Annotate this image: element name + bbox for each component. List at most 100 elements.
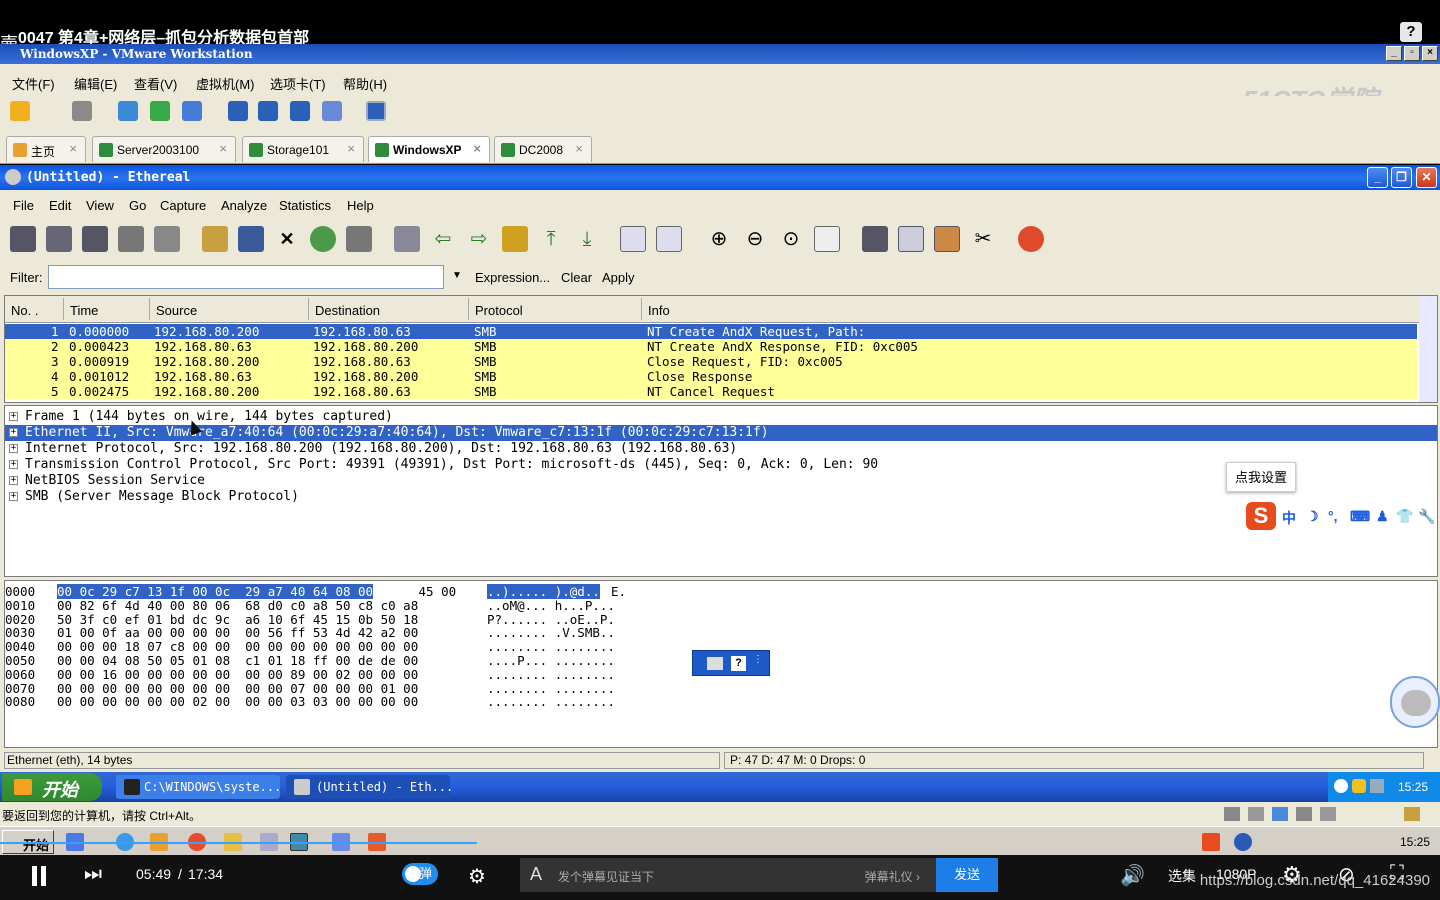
packet-list-scrollbar[interactable] bbox=[1419, 296, 1437, 402]
col-info[interactable]: Info bbox=[648, 303, 670, 318]
danmu-settings-icon[interactable]: ⚙ bbox=[468, 864, 486, 889]
vmware-close-button[interactable]: × bbox=[1422, 46, 1438, 61]
hdd-icon[interactable] bbox=[1224, 807, 1240, 821]
expand-icon[interactable]: + bbox=[9, 444, 18, 453]
ime-user-icon[interactable]: ♟ bbox=[1376, 508, 1389, 525]
stop-capture-icon[interactable] bbox=[118, 226, 144, 252]
restart-capture-icon[interactable] bbox=[154, 226, 180, 252]
coloring-rules-icon[interactable] bbox=[934, 226, 960, 252]
col-source[interactable]: Source bbox=[156, 303, 197, 318]
first-packet-icon[interactable]: ⤒ bbox=[538, 226, 564, 252]
detail-row-ethernet[interactable]: + Ethernet II, Src: Vmware_a7:40:64 (00:… bbox=[5, 425, 1437, 441]
volume-icon[interactable]: 🔊 bbox=[1120, 863, 1145, 888]
menu-edit[interactable]: Edit bbox=[49, 198, 71, 213]
go-to-packet-icon[interactable] bbox=[502, 226, 528, 252]
detail-row-ip[interactable]: + Internet Protocol, Src: 192.168.80.200… bbox=[5, 441, 1437, 457]
pause-icon[interactable] bbox=[10, 101, 30, 121]
thumbnail-icon[interactable] bbox=[258, 101, 278, 121]
ime-chinese-mode-icon[interactable]: 中 bbox=[1282, 508, 1296, 528]
cdrom-icon[interactable] bbox=[1248, 807, 1264, 821]
find-packet-icon[interactable] bbox=[394, 226, 420, 252]
col-divider[interactable] bbox=[149, 298, 150, 320]
vmware-menu-tabs[interactable]: 选项卡(T) bbox=[270, 74, 326, 93]
tab-close-icon[interactable]: × bbox=[473, 141, 481, 156]
danmu-etiquette-link[interactable]: 弹幕礼仪 › bbox=[865, 868, 920, 885]
vmware-menu-help[interactable]: 帮助(H) bbox=[343, 74, 387, 93]
expand-icon[interactable]: + bbox=[9, 412, 18, 421]
col-divider[interactable] bbox=[641, 298, 642, 320]
packet-row[interactable]: 1 0.000000 192.168.80.200 192.168.80.63 … bbox=[5, 324, 1417, 339]
xp-start-button[interactable]: 开始 bbox=[2, 773, 102, 801]
resize-columns-icon[interactable] bbox=[814, 226, 840, 252]
help-lifebuoy-icon[interactable] bbox=[1018, 226, 1044, 252]
console-view-icon[interactable] bbox=[366, 101, 386, 121]
sound-icon[interactable] bbox=[1320, 807, 1336, 821]
network-icon[interactable] bbox=[1370, 779, 1384, 793]
apply-button[interactable]: Apply bbox=[602, 270, 635, 285]
preferences-icon[interactable]: ✂ bbox=[970, 226, 996, 252]
detail-row-netbios[interactable]: + NetBIOS Session Service bbox=[5, 473, 1437, 489]
settings-tooltip[interactable]: 点我设置 bbox=[1226, 462, 1296, 492]
ime-tools-icon[interactable]: 🔧 bbox=[1418, 508, 1435, 525]
filter-input[interactable] bbox=[48, 265, 444, 289]
sidebar-icon[interactable] bbox=[228, 101, 248, 121]
filter-dropdown-icon[interactable]: ▼ bbox=[452, 270, 462, 281]
vmware-menu-vm[interactable]: 虚拟机(M) bbox=[196, 74, 255, 93]
vmware-menu-view[interactable]: 查看(V) bbox=[134, 74, 177, 93]
tab-storage101[interactable]: Storage101 × bbox=[242, 136, 364, 162]
ime-halfwidth-icon[interactable]: ☽ bbox=[1306, 508, 1319, 525]
sogou-tray-icon[interactable] bbox=[1202, 833, 1220, 851]
help-button[interactable]: ? bbox=[1400, 22, 1422, 42]
snapshot-icon[interactable] bbox=[118, 101, 138, 121]
video-progress-bar[interactable] bbox=[0, 842, 477, 844]
ethereal-close-button[interactable]: ✕ bbox=[1416, 167, 1437, 188]
go-back-icon[interactable]: ⇦ bbox=[430, 226, 456, 252]
col-divider[interactable] bbox=[63, 298, 64, 320]
fullscreen-icon[interactable] bbox=[290, 101, 310, 121]
menu-analyze[interactable]: Analyze bbox=[221, 198, 267, 213]
packet-row[interactable]: 2 0.000423 192.168.80.63 192.168.80.200 … bbox=[5, 339, 1417, 354]
expand-icon[interactable]: + bbox=[9, 476, 18, 485]
display-filters-icon[interactable] bbox=[898, 226, 924, 252]
help-icon[interactable]: ? bbox=[731, 656, 746, 671]
ime-skin-icon[interactable]: 👕 bbox=[1396, 508, 1413, 525]
start-capture-icon[interactable] bbox=[82, 226, 108, 252]
menu-statistics[interactable]: Statistics bbox=[279, 198, 331, 213]
shield-icon[interactable] bbox=[1352, 779, 1366, 793]
col-divider[interactable] bbox=[468, 298, 469, 320]
col-no[interactable]: No. . bbox=[11, 303, 38, 318]
col-time[interactable]: Time bbox=[70, 303, 98, 318]
close-icon[interactable]: ✕ bbox=[274, 226, 300, 252]
col-divider[interactable] bbox=[308, 298, 309, 320]
menu-help[interactable]: Help bbox=[347, 198, 374, 213]
ime-punct-icon[interactable]: °, bbox=[1328, 508, 1338, 524]
detail-row-smb[interactable]: + SMB (Server Message Block Protocol) bbox=[5, 489, 1437, 505]
send-keys-icon[interactable] bbox=[72, 101, 92, 121]
message-icon[interactable] bbox=[1404, 807, 1420, 821]
vmware-maximize-button[interactable]: ▫ bbox=[1404, 46, 1420, 61]
tab-close-icon[interactable]: × bbox=[69, 141, 77, 156]
tab-close-icon[interactable]: × bbox=[219, 141, 227, 156]
taskbar-ethereal[interactable]: (Untitled) - Eth... bbox=[286, 775, 453, 799]
zoom-normal-icon[interactable]: ⊙ bbox=[778, 226, 804, 252]
vmware-menu-file[interactable]: 文件(F) bbox=[12, 74, 55, 93]
tab-home[interactable]: 主页 × bbox=[6, 136, 86, 162]
capture-filters-icon[interactable] bbox=[862, 226, 888, 252]
revert-icon[interactable] bbox=[150, 101, 170, 121]
danmu-toggle[interactable]: 弹 bbox=[402, 863, 438, 885]
expression-button[interactable]: Expression... bbox=[475, 270, 550, 285]
vmware-minimize-button[interactable]: _ bbox=[1386, 46, 1402, 61]
options-icon[interactable]: ⋮ bbox=[753, 654, 763, 665]
text-style-icon[interactable]: A bbox=[530, 864, 542, 885]
zoom-out-icon[interactable]: ⊖ bbox=[742, 226, 768, 252]
danmu-input[interactable]: 发个弹幕见证当下 bbox=[558, 868, 654, 885]
last-packet-icon[interactable]: ⤓ bbox=[574, 226, 600, 252]
help-tray-icon[interactable] bbox=[1234, 833, 1252, 851]
col-protocol[interactable]: Protocol bbox=[475, 303, 523, 318]
clear-button[interactable]: Clear bbox=[561, 270, 592, 285]
open-icon[interactable] bbox=[202, 226, 228, 252]
go-forward-icon[interactable]: ⇨ bbox=[466, 226, 492, 252]
packet-row[interactable]: 5 0.002475 192.168.80.200 192.168.80.63 … bbox=[5, 384, 1417, 399]
menu-file[interactable]: File bbox=[13, 198, 34, 213]
tab-dc2008[interactable]: DC2008 × bbox=[494, 136, 592, 162]
